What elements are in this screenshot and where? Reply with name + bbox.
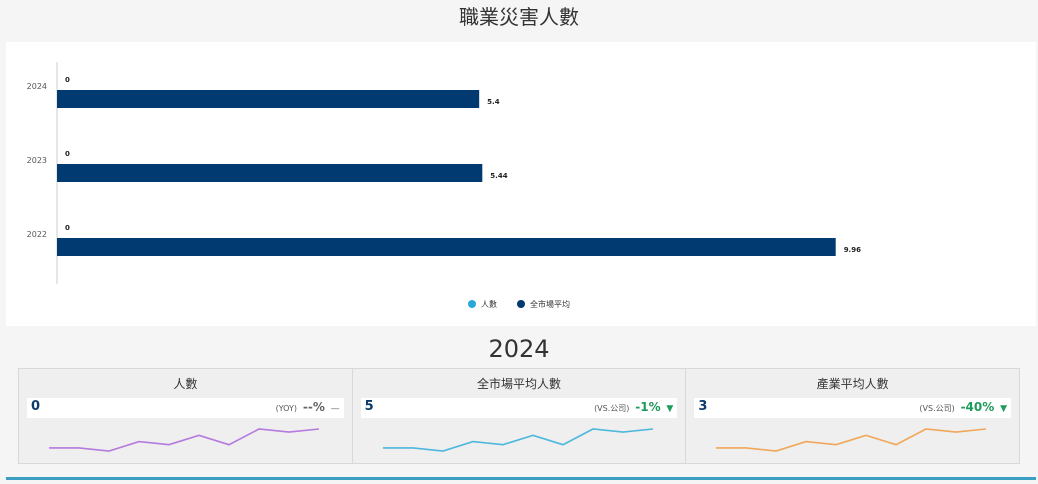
trend-down-icon: ▼ [666, 404, 674, 414]
trend-down-icon: ▼ [1000, 404, 1008, 414]
sparkline [382, 428, 653, 452]
bar-market-average [57, 90, 480, 108]
sparkline-path [382, 428, 653, 452]
data-label-people: 0 [65, 76, 70, 84]
legend-label-people: 人數 [481, 299, 497, 309]
bottom-divider [6, 477, 1036, 480]
trend-dash-icon: — [330, 404, 340, 414]
kpi-card-title: 產業平均人數 [816, 377, 889, 391]
kpi-value-row: 3 (VS.公司) -40% ▼ [694, 398, 1012, 418]
comparison-label: (YOY) [275, 404, 298, 413]
sparkline-path [49, 428, 320, 452]
legend-marker-people [468, 300, 476, 308]
data-label-people: 0 [65, 224, 70, 232]
chart-title: 職業災害人數 [459, 5, 579, 29]
comparison-percent: -40% [960, 400, 995, 414]
kpi-value-row: 0 (YOY) --% — [27, 398, 344, 418]
comparison-percent: -1% [635, 400, 661, 414]
legend-marker-market-average [517, 300, 525, 308]
bar-market-average [57, 238, 836, 256]
y-tick-label: 2022 [27, 230, 47, 239]
kpi-card-title: 人數 [173, 377, 198, 391]
kpi-cards: 人數 0 (YOY) --% — 全市場平均人數 5 (VS.公司) -1% ▼… [18, 368, 1020, 464]
kpi-comparison: (YOY) --% — [276, 400, 340, 414]
sparkline [716, 428, 987, 452]
kpi-comparison: (VS.公司) -1% ▼ [594, 400, 673, 414]
comparison-percent: --% [302, 400, 325, 414]
sparkline [49, 428, 320, 452]
kpi-value-row: 5 (VS.公司) -1% ▼ [360, 398, 678, 418]
y-tick-label: 2024 [27, 82, 47, 91]
bar-chart-panel: 2024 0 5.4 2023 0 5.44 2022 0 9.96 人數 全市場平均 [6, 42, 1036, 326]
year-heading: 2024 [488, 335, 550, 363]
comparison-label: (VS.公司) [919, 404, 955, 413]
kpi-value: 5 [364, 399, 374, 414]
kpi-card-industry-average: 產業平均人數 3 (VS.公司) -40% ▼ [686, 369, 1019, 463]
data-label-market-average: 9.96 [844, 246, 861, 254]
sparkline-path [716, 428, 987, 452]
kpi-value: 0 [31, 399, 41, 414]
data-label-people: 0 [65, 150, 70, 158]
comparison-label: (VS.公司) [594, 404, 630, 413]
kpi-card-title: 全市場平均人數 [477, 377, 562, 391]
kpi-value: 3 [698, 399, 708, 414]
kpi-card-market-average: 全市場平均人數 5 (VS.公司) -1% ▼ [353, 369, 687, 463]
data-label-market-average: 5.4 [487, 98, 500, 106]
data-label-market-average: 5.44 [490, 172, 507, 180]
kpi-comparison: (VS.公司) -40% ▼ [919, 400, 1007, 414]
bar-chart: 2024 0 5.4 2023 0 5.44 2022 0 9.96 人數 全市場平均 [27, 62, 861, 309]
y-tick-label: 2023 [27, 156, 47, 165]
legend-label-market-average: 全市場平均 [530, 299, 570, 309]
kpi-card-count: 人數 0 (YOY) --% — [19, 369, 353, 463]
bar-market-average [57, 164, 483, 182]
